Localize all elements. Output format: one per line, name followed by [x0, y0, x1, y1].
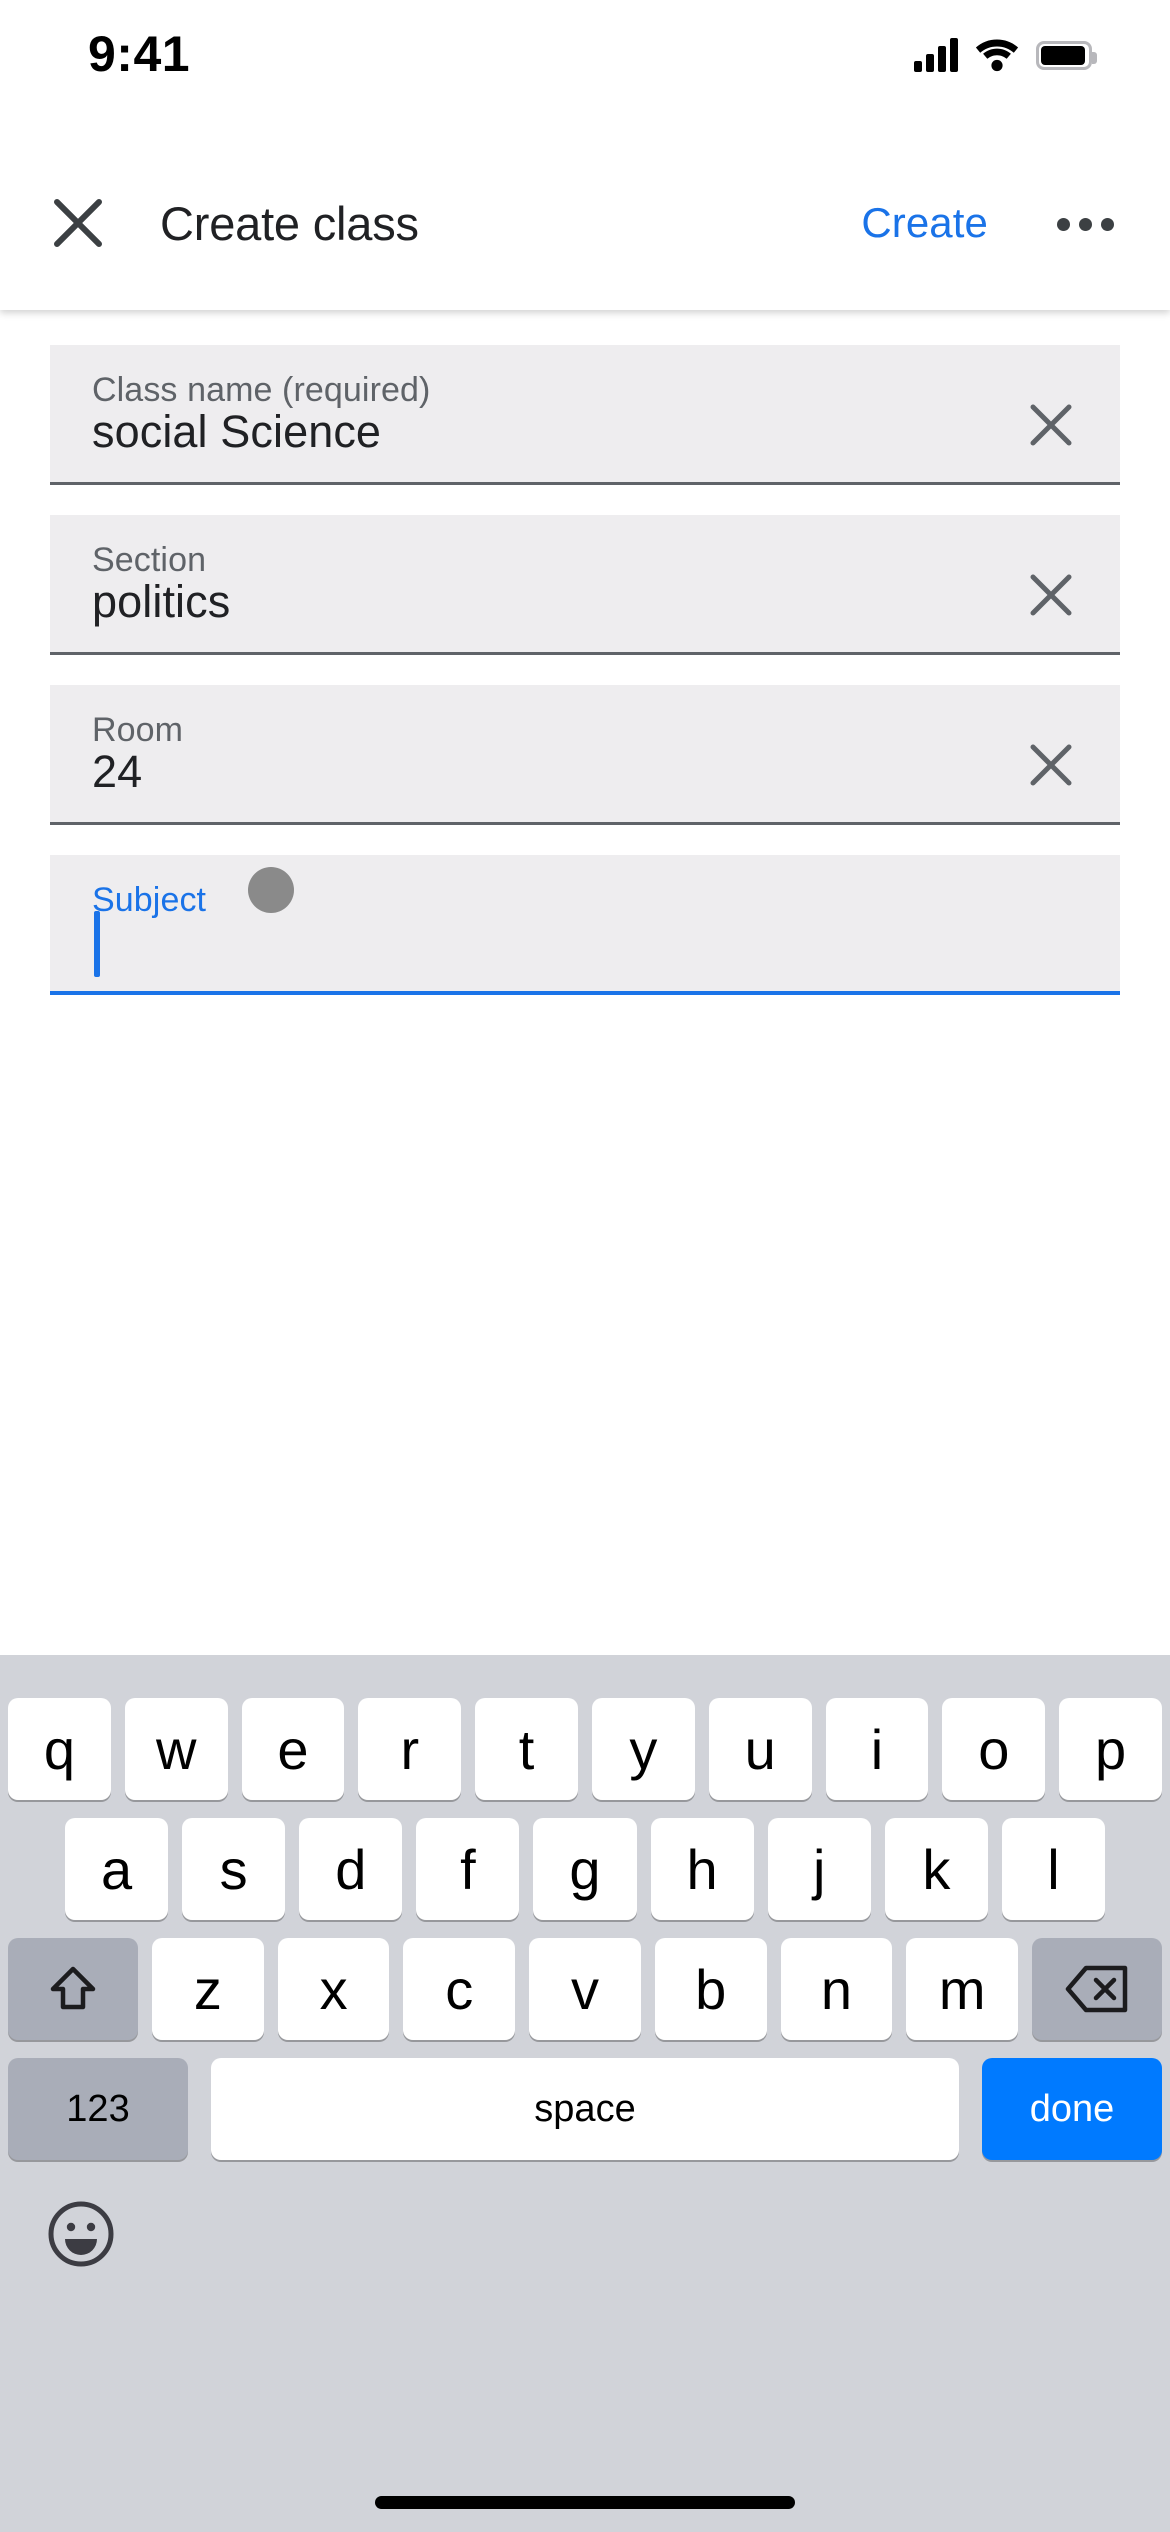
- key-j[interactable]: j: [767, 1818, 871, 1920]
- key-z[interactable]: z: [152, 1938, 264, 2040]
- key-x[interactable]: x: [277, 1938, 390, 2040]
- field-section[interactable]: Section politics: [50, 515, 1120, 655]
- field-section-value: politics: [92, 576, 231, 627]
- on-screen-keyboard: q w e r t y u i o p a s d f g h j k l z …: [0, 1655, 1170, 2532]
- key-w[interactable]: w: [124, 1698, 228, 1800]
- key-k[interactable]: k: [884, 1818, 988, 1920]
- close-icon[interactable]: [30, 175, 126, 271]
- battery-full-icon: [1036, 40, 1097, 70]
- key-t[interactable]: t: [475, 1698, 578, 1800]
- key-o[interactable]: o: [942, 1698, 1046, 1800]
- field-subject[interactable]: Subject: [50, 855, 1120, 995]
- key-l[interactable]: l: [1001, 1818, 1105, 1920]
- keyboard-row-2: a s d f g h j k l: [0, 1818, 1170, 1920]
- key-g[interactable]: g: [533, 1818, 637, 1920]
- field-section-label: Section: [92, 541, 207, 579]
- field-subject-label: Subject: [92, 881, 207, 919]
- key-h[interactable]: h: [650, 1818, 754, 1920]
- field-class-name-label: Class name (required): [92, 371, 431, 409]
- key-r[interactable]: r: [358, 1698, 462, 1800]
- key-a[interactable]: a: [65, 1818, 169, 1920]
- key-m[interactable]: m: [906, 1938, 1019, 2040]
- space-key[interactable]: space: [211, 2058, 959, 2160]
- key-d[interactable]: d: [299, 1818, 403, 1920]
- page-title: Create class: [160, 196, 419, 250]
- key-f[interactable]: f: [416, 1818, 520, 1920]
- wifi-icon: [975, 39, 1019, 72]
- overflow-menu-icon[interactable]: [1042, 181, 1128, 267]
- clear-icon[interactable]: [1012, 726, 1090, 804]
- key-b[interactable]: b: [654, 1938, 767, 2040]
- status-bar-time: 9:41: [88, 26, 191, 82]
- field-room-value: 24: [92, 746, 143, 797]
- key-v[interactable]: v: [529, 1938, 641, 2040]
- key-e[interactable]: e: [241, 1698, 345, 1800]
- keyboard-row-4: 123 space done: [0, 2058, 1170, 2160]
- key-c[interactable]: c: [403, 1938, 516, 2040]
- shift-icon[interactable]: [8, 1938, 138, 2040]
- key-p[interactable]: p: [1059, 1698, 1162, 1800]
- home-indicator[interactable]: [375, 2496, 795, 2509]
- status-bar-indicators: [914, 32, 1097, 78]
- key-i[interactable]: i: [825, 1698, 929, 1800]
- key-q[interactable]: q: [8, 1698, 111, 1800]
- done-key[interactable]: done: [982, 2058, 1162, 2160]
- numbers-key[interactable]: 123: [8, 2058, 188, 2160]
- field-class-name[interactable]: Class name (required) social Science: [50, 345, 1120, 485]
- backspace-icon[interactable]: [1032, 1938, 1163, 2040]
- key-u[interactable]: u: [708, 1698, 812, 1800]
- phone-screen: 9:41 Create class Create Class name (req…: [0, 0, 1170, 2532]
- clear-icon[interactable]: [1012, 386, 1090, 464]
- touch-indicator: [248, 867, 294, 913]
- clear-icon[interactable]: [1012, 556, 1090, 634]
- key-n[interactable]: n: [780, 1938, 893, 2040]
- create-class-form: Class name (required) social Science Sec…: [0, 310, 1170, 1655]
- key-y[interactable]: y: [591, 1698, 695, 1800]
- cellular-signal-icon: [914, 38, 958, 72]
- create-button[interactable]: Create: [861, 177, 988, 269]
- app-bar: Create class Create: [0, 135, 1170, 310]
- text-caret: [94, 911, 100, 977]
- field-class-name-value: social Science: [92, 406, 382, 457]
- key-s[interactable]: s: [182, 1818, 286, 1920]
- keyboard-row-3: z x c v b n m: [0, 1938, 1170, 2040]
- field-room[interactable]: Room 24: [50, 685, 1120, 825]
- field-room-label: Room: [92, 711, 184, 749]
- keyboard-row-1: q w e r t y u i o p: [0, 1698, 1170, 1800]
- emoji-icon[interactable]: [42, 2195, 120, 2273]
- status-bar: 9:41: [0, 0, 1170, 135]
